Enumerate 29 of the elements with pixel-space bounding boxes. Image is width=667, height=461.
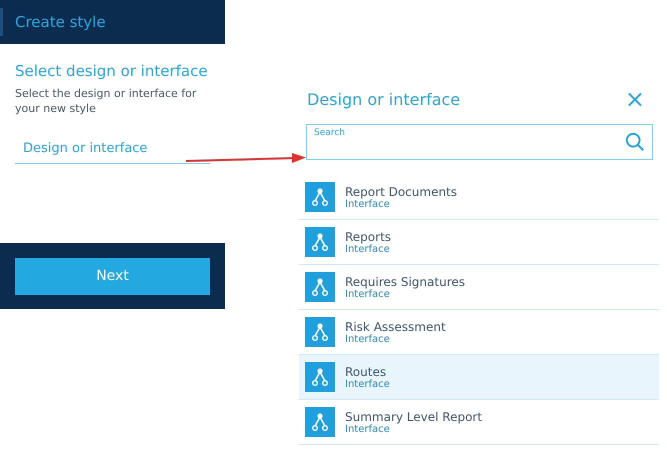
item-type: Interface xyxy=(345,334,391,344)
panel-title: Create style xyxy=(15,13,106,31)
list-item[interactable]: Routes Interface xyxy=(299,355,659,400)
interface-icon xyxy=(305,182,335,212)
item-name: Summary Level Report xyxy=(345,410,482,424)
item-type: Interface xyxy=(345,288,391,300)
list-item[interactable]: Summary Level Report Interface xyxy=(299,400,659,445)
search-icon xyxy=(625,132,645,152)
interface-icon xyxy=(305,227,335,257)
list-item[interactable]: Report Documents Interface xyxy=(299,175,659,220)
section-heading: Select design or interface xyxy=(15,62,209,80)
item-name: Requires Signatures xyxy=(345,274,465,288)
list-item[interactable]: Requires Signatures Interface xyxy=(299,265,659,310)
interface-icon xyxy=(305,407,335,437)
list-item[interactable]: Reports Interface xyxy=(299,220,659,265)
interface-icon xyxy=(305,317,335,347)
item-name: Report Documents xyxy=(345,184,458,198)
item-type: Interface xyxy=(345,198,391,210)
item-name: Routes xyxy=(345,364,388,378)
dialog-title: Design or interface xyxy=(307,90,460,108)
item-name: Reports xyxy=(345,230,392,244)
item-type: Interface xyxy=(345,378,390,390)
search-label: Search xyxy=(314,128,345,138)
interface-icon xyxy=(305,362,335,392)
item-name: Risk Assessment xyxy=(345,320,446,334)
interface-icon xyxy=(305,272,335,302)
item-type: Interface xyxy=(345,424,391,434)
description-text: Select the design or interface for your new style xyxy=(15,86,198,116)
item-type: Interface xyxy=(345,244,391,254)
